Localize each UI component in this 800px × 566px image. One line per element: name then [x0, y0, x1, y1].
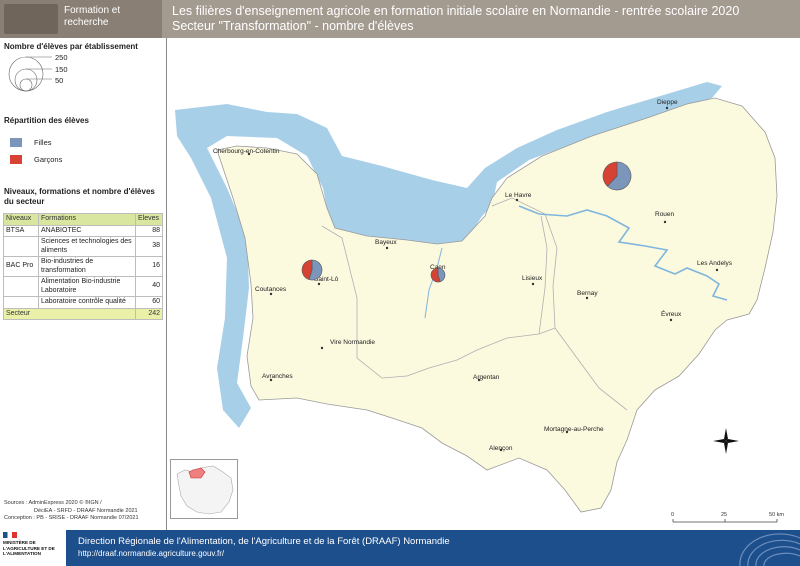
pie-marker: [301, 259, 323, 281]
north-arrow-icon: [713, 428, 739, 454]
garcons-swatch: [10, 155, 22, 164]
size-legend-title: Nombre d'élèves par établissement: [4, 42, 138, 51]
table-cell-eleves: 88: [135, 224, 163, 237]
city-cherbourg: Cherbourg-en-Cotentin: [213, 148, 280, 156]
size-legend-150: 150: [55, 65, 68, 74]
legend-label-garcons: Garçons: [34, 155, 63, 164]
scale-label-25: 25: [721, 512, 727, 518]
city-avranches: Avranches: [262, 373, 293, 382]
table-row: BTSA ANABIOTEC 88: [3, 224, 163, 237]
table-title: Niveaux, formations et nombre d'élèves d…: [4, 187, 155, 206]
table-cell-niveau: BAC Pro: [3, 256, 39, 277]
sources-line3: Conception : PB - SRISE - DRAAF Normandi…: [4, 515, 139, 521]
table-header-row: Niveaux Formations Eleves: [3, 213, 163, 226]
svg-text:Rouen: Rouen: [655, 211, 675, 218]
sources-line2: DéciEA - SRFD - DRAAF Normandie 2021: [34, 507, 138, 514]
table-header-eleves: Eleves: [135, 213, 163, 226]
table-total-label: Secteur: [3, 307, 136, 320]
svg-text:Coutances: Coutances: [255, 286, 287, 293]
table-row: BAC Pro Bio-industries de transformation…: [3, 256, 163, 277]
size-legend-250: 250: [55, 53, 68, 62]
legend-item-garcons: Garçons: [10, 155, 62, 164]
table-cell-niveau: [3, 276, 39, 297]
city-argentan: Argentan: [473, 374, 500, 382]
sources-line1: Sources : AdminExpress 2020 © ®IGN /: [4, 500, 102, 506]
sources-block: Sources : AdminExpress 2020 © ®IGN / Déc…: [4, 500, 164, 523]
table-total-value: 242: [135, 307, 163, 320]
scale-label-0: 0: [671, 512, 674, 518]
republic-flag-icon: [3, 532, 17, 538]
table-header-formations: Formations: [38, 213, 136, 226]
inset-locator-map: [170, 459, 238, 519]
table-cell-formation: ANABIOTEC: [38, 224, 136, 237]
scale-bar: 0 25 50 km: [671, 512, 784, 523]
legend-item-filles: Filles: [10, 138, 52, 147]
ministry-logo: MINISTÈRE DE L'AGRICULTURE ET DE L'ALIME…: [0, 530, 66, 566]
table-cell-eleves: 40: [135, 276, 163, 297]
scale-label-50: 50 km: [769, 512, 784, 518]
map-title: Les filières d'enseignement agricole en …: [172, 4, 792, 34]
city-alencon: Alençon: [489, 445, 513, 452]
normandy-map: Dieppe Cherbourg-en-Cotentin Le Havre Ro…: [175, 82, 784, 523]
svg-text:Évreux: Évreux: [661, 309, 682, 318]
footer-decoration: [739, 533, 800, 566]
table-header-niveaux: Niveaux: [3, 213, 39, 226]
svg-text:Le Havre: Le Havre: [505, 192, 532, 199]
svg-text:Lisieux: Lisieux: [522, 275, 543, 282]
map-title-line1: Les filières d'enseignement agricole en …: [172, 4, 740, 18]
header-bar: Formation et recherche Les filières d'en…: [0, 0, 800, 38]
map-title-line2: Secteur "Transformation" - nombre d'élèv…: [172, 19, 414, 33]
svg-text:Cherbourg-en-Cotentin: Cherbourg-en-Cotentin: [213, 148, 280, 155]
table-cell-formation: Laboratoire contrôle qualité: [38, 296, 136, 309]
section-label: Formation et recherche: [64, 5, 121, 28]
table-cell-eleves: 38: [135, 236, 163, 257]
pie-marker: [602, 161, 632, 191]
svg-text:Les Andelys: Les Andelys: [697, 260, 733, 267]
table-cell-niveau: BTSA: [3, 224, 39, 237]
legend-label-filles: Filles: [34, 138, 52, 147]
svg-text:Avranches: Avranches: [262, 373, 293, 380]
rep-legend-title: Répartition des élèves: [4, 116, 89, 125]
table-row: Alimentation Bio-industrie Laboratoire 4…: [3, 276, 163, 297]
footer-bar: MINISTÈRE DE L'AGRICULTURE ET DE L'ALIME…: [0, 530, 800, 566]
table-cell-formation: Sciences et technologies des aliments: [38, 236, 136, 257]
table-total-row: Secteur 242: [3, 307, 163, 320]
svg-text:Bayeux: Bayeux: [375, 239, 397, 246]
svg-text:Argentan: Argentan: [473, 374, 500, 381]
table-cell-eleves: 60: [135, 296, 163, 309]
size-legend-50: 50: [55, 76, 64, 85]
size-legend-circles: [8, 56, 52, 92]
filles-swatch: [10, 138, 22, 147]
svg-text:Dieppe: Dieppe: [657, 99, 678, 106]
table-cell-formation: Bio-industries de transformation: [38, 256, 136, 277]
svg-text:Bernay: Bernay: [577, 290, 598, 297]
ministry-logo-text: MINISTÈRE DE L'AGRICULTURE ET DE L'ALIME…: [3, 540, 55, 556]
table-cell-niveau: [3, 296, 39, 309]
svg-text:Mortagne-au-Perche: Mortagne-au-Perche: [544, 426, 604, 433]
table-cell-niveau: [3, 236, 39, 257]
table-row: Sciences et technologies des aliments 38: [3, 236, 163, 257]
footer-url[interactable]: http://draaf.normandie.agriculture.gouv.…: [78, 549, 224, 558]
svg-text:Alençon: Alençon: [489, 445, 513, 452]
formations-table: Niveaux Formations Eleves BTSA ANABIOTEC…: [3, 213, 163, 320]
table-cell-eleves: 16: [135, 256, 163, 277]
city-mortagne: Mortagne-au-Perche: [544, 426, 604, 434]
footer-title: Direction Régionale de l'Alimentation, d…: [78, 536, 450, 547]
header-section-block: Formation et recherche: [0, 0, 162, 38]
pie-marker: [430, 267, 446, 283]
section-banner-icon: [4, 4, 58, 34]
table-row: Laboratoire contrôle qualité 60: [3, 296, 163, 309]
table-cell-formation: Alimentation Bio-industrie Laboratoire: [38, 276, 136, 297]
svg-text:Vire Normandie: Vire Normandie: [330, 339, 375, 346]
